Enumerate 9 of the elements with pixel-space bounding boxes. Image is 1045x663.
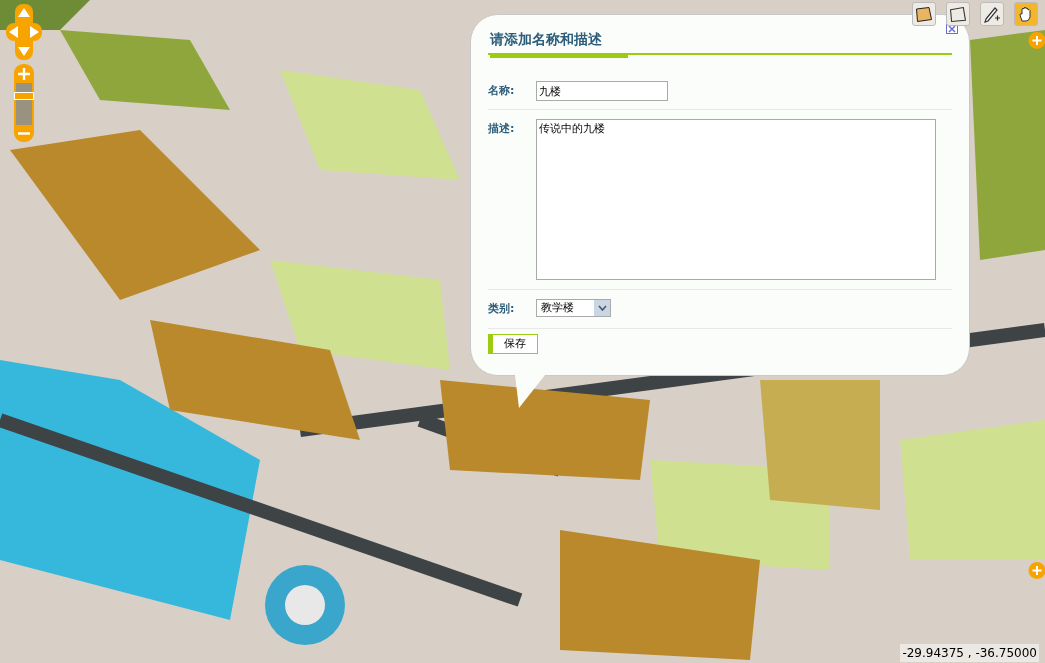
field-label: 描述: [488,121,516,137]
field-label: 名称: [488,83,516,99]
category-dropdown[interactable]: 教学楼 [536,299,611,317]
name-input-field[interactable]: 九楼 [536,81,668,101]
description-text-area[interactable]: 传说中的九楼 [536,119,936,280]
coordinates-text: -29.94375 , -36.75000 [900,644,1039,662]
field-label: 类别: [488,301,516,317]
popup-title: 请添加名称和描述 [490,29,628,58]
save-button[interactable]: 保存 [488,334,538,354]
